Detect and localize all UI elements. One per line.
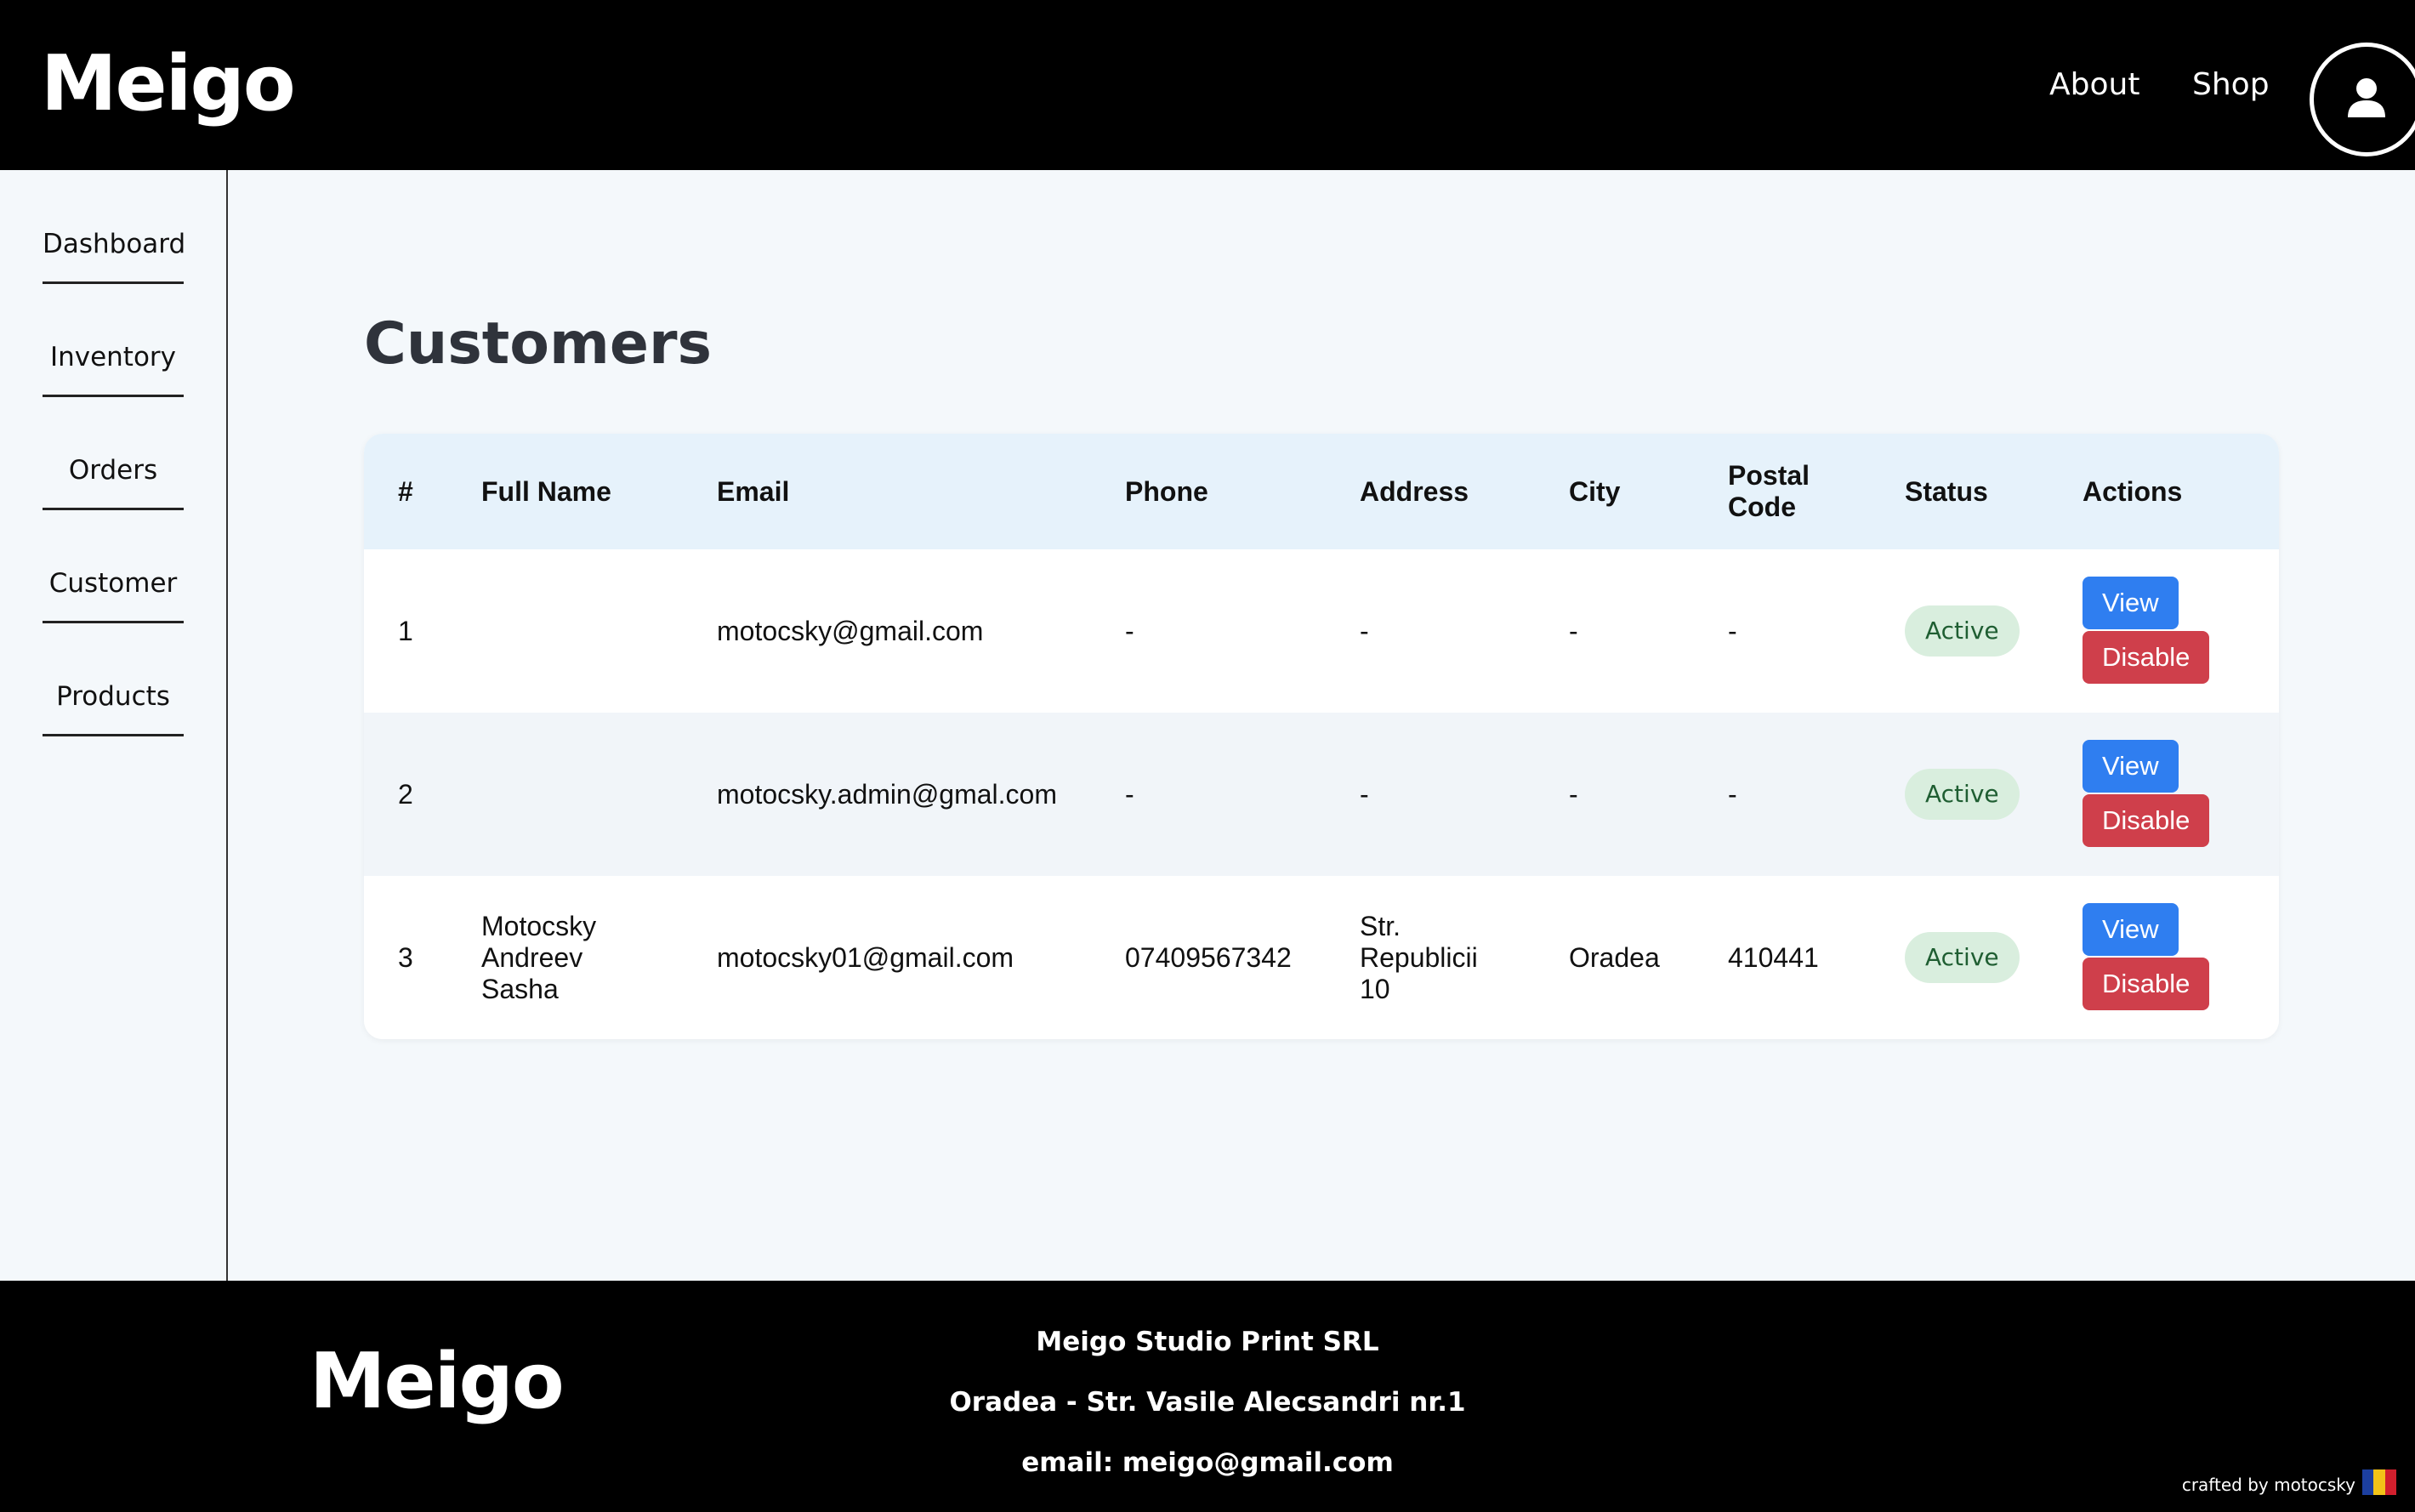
table-row: 3 Motocsky Andreev Sasha motocsky01@gmai… — [364, 876, 2279, 1039]
sidebar: Dashboard Inventory Orders Customer Prod… — [0, 170, 228, 1281]
column-header-id: # — [398, 475, 413, 507]
column-header-email: Email — [717, 475, 790, 507]
status-badge: Active — [1905, 605, 2020, 657]
cell-postal-code: - — [1728, 615, 1737, 646]
column-header-phone: Phone — [1125, 475, 1208, 507]
view-button[interactable]: View — [2083, 740, 2179, 793]
cell-city: - — [1569, 778, 1578, 810]
row-actions: View Disable — [2083, 903, 2219, 1029]
status-cell: Active — [1905, 713, 2020, 876]
header-logo[interactable]: Meigo — [41, 37, 296, 131]
sidebar-item-inventory[interactable]: Inventory — [43, 283, 184, 397]
cell-phone: 07409567342 — [1125, 941, 1292, 973]
cell-email: motocsky01@gmail.com — [717, 941, 1014, 973]
sidebar-item-label: Customer — [48, 568, 178, 599]
sidebar-item-orders[interactable]: Orders — [43, 396, 184, 510]
status-badge: Active — [1905, 932, 2020, 983]
status-cell: Active — [1905, 876, 2020, 1039]
cell-address: Str. Republicii 10 — [1360, 910, 1478, 1004]
account-button[interactable] — [2310, 43, 2415, 156]
footer-credit: crafted by motocsky — [2181, 1475, 2355, 1495]
column-header-postal-code: Postal Code — [1728, 460, 1810, 522]
cell-address: - — [1360, 778, 1369, 810]
top-navbar: Meigo About Shop — [0, 0, 2415, 170]
table-header: # Full Name Email Phone Address City Pos… — [364, 434, 2279, 549]
footer: Meigo Meigo Studio Print SRL Oradea - St… — [0, 1281, 2415, 1512]
flag-stripe — [2384, 1469, 2396, 1495]
cell-city: Oradea — [1569, 941, 1660, 973]
row-actions: View Disable — [2083, 740, 2219, 866]
sidebar-item-label: Products — [56, 681, 170, 712]
column-header-address: Address — [1360, 475, 1469, 507]
cell-full-name — [481, 549, 660, 713]
sidebar-item-dashboard[interactable]: Dashboard — [43, 170, 186, 284]
sidebar-item-customer[interactable]: Customer — [43, 509, 184, 623]
table-row: 2 motocsky.admin@gmal.com - - - - Active… — [364, 713, 2279, 876]
flag-stripe — [2373, 1469, 2385, 1495]
cell-city: - — [1569, 615, 1578, 646]
sidebar-item-label: Orders — [68, 455, 158, 486]
column-header-actions: Actions — [2083, 475, 2183, 507]
disable-button[interactable]: Disable — [2083, 958, 2210, 1010]
row-actions: View Disable — [2083, 577, 2219, 702]
cell-phone: - — [1125, 615, 1134, 646]
footer-address: Oradea - Str. Vasile Alecsandri nr.1 — [949, 1387, 1466, 1418]
cell-phone: - — [1125, 778, 1134, 810]
romania-flag-icon — [2362, 1469, 2396, 1495]
cell-id: 3 — [398, 941, 413, 973]
status-cell: Active — [1905, 549, 2020, 713]
nav-about-link[interactable]: About — [2049, 61, 2139, 109]
sidebar-item-products[interactable]: Products — [43, 622, 184, 736]
cell-full-name — [481, 713, 660, 876]
cell-full-name: Motocsky Andreev Sasha — [481, 910, 597, 1004]
sidebar-item-label: Inventory — [49, 342, 177, 372]
customers-table: # Full Name Email Phone Address City Pos… — [364, 434, 2279, 1039]
disable-button[interactable]: Disable — [2083, 794, 2210, 847]
cell-postal-code: 410441 — [1728, 941, 1819, 973]
disable-button[interactable]: Disable — [2083, 631, 2210, 684]
page-title: Customers — [364, 310, 712, 378]
user-circle-icon — [2348, 78, 2385, 117]
cell-id: 2 — [398, 778, 413, 810]
cell-email: motocsky.admin@gmal.com — [717, 778, 1057, 810]
table-row: 1 motocsky@gmail.com - - - - Active View… — [364, 549, 2279, 713]
view-button[interactable]: View — [2083, 577, 2179, 629]
flag-stripe — [2362, 1469, 2374, 1495]
column-header-full-name: Full Name — [481, 475, 611, 507]
column-header-status: Status — [1905, 475, 1988, 507]
cell-email: motocsky@gmail.com — [717, 615, 984, 646]
view-button[interactable]: View — [2083, 903, 2179, 956]
footer-email: email: meigo@gmail.com — [1021, 1447, 1394, 1478]
status-badge: Active — [1905, 769, 2020, 820]
cell-id: 1 — [398, 615, 413, 646]
cell-address: - — [1360, 615, 1369, 646]
column-header-city: City — [1569, 475, 1621, 507]
cell-postal-code: - — [1728, 778, 1737, 810]
sidebar-item-label: Dashboard — [43, 229, 186, 259]
footer-company: Meigo Studio Print SRL — [1036, 1327, 1379, 1357]
nav-shop-link[interactable]: Shop — [2192, 61, 2270, 109]
